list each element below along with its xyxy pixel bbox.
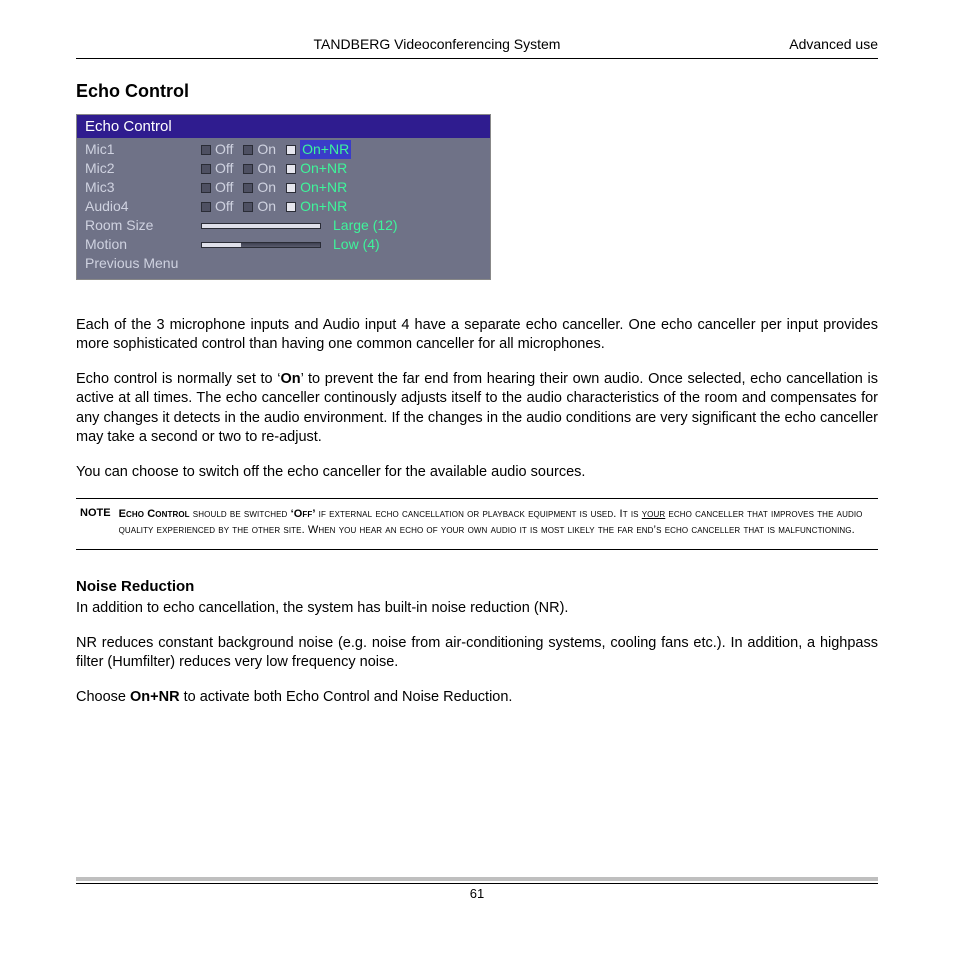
previous-menu-label: Previous Menu — [85, 254, 178, 273]
option-text: On — [257, 178, 276, 197]
header-right: Advanced use — [758, 36, 878, 52]
osd-row-roomsize: Room Size Large (12) — [85, 216, 482, 235]
osd-title: Echo Control — [77, 115, 490, 138]
osd-body: Mic1 Off On On+NR Mic2 Off On On+NR Mic3… — [77, 138, 490, 279]
osd-row-mic1: Mic1 Off On On+NR — [85, 140, 482, 159]
page-footer: 61 — [76, 883, 878, 901]
header-center: TANDBERG Videoconferencing System — [116, 36, 758, 52]
radio-option-off[interactable]: Off — [201, 178, 233, 197]
radio-option-onnr[interactable]: On+NR — [286, 197, 347, 216]
radio-icon — [201, 202, 211, 212]
osd-row-mic3: Mic3 Off On On+NR — [85, 178, 482, 197]
note-echo-control: Echo Control — [119, 508, 190, 520]
slider-value: Large (12) — [333, 216, 398, 235]
osd-label: Mic3 — [85, 178, 201, 197]
text: to activate both Echo Control and Noise … — [180, 689, 513, 705]
osd-row-previous[interactable]: Previous Menu — [85, 254, 482, 273]
header-left — [76, 36, 116, 52]
noise-p1: In addition to echo cancellation, the sy… — [76, 599, 878, 618]
text: Choose — [76, 689, 130, 705]
radio-icon — [286, 202, 296, 212]
bold-onnr: On+NR — [130, 689, 180, 705]
noise-reduction-title: Noise Reduction — [76, 578, 878, 595]
note-off: ‘Off’ — [291, 508, 316, 520]
radio-option-on[interactable]: On — [243, 140, 276, 159]
option-text: Off — [215, 197, 233, 216]
page: TANDBERG Videoconferencing System Advanc… — [0, 0, 954, 929]
slider-roomsize[interactable]: Large (12) — [201, 216, 482, 235]
radio-option-off[interactable]: Off — [201, 140, 233, 159]
paragraph-2: Echo control is normally set to ‘On’ to … — [76, 370, 878, 447]
option-text: Off — [215, 178, 233, 197]
radio-option-on[interactable]: On — [243, 159, 276, 178]
osd-panel: Echo Control Mic1 Off On On+NR Mic2 Off … — [76, 114, 491, 280]
radio-icon — [243, 164, 253, 174]
slider-track — [201, 242, 321, 248]
radio-icon — [243, 202, 253, 212]
radio-icon — [201, 164, 211, 174]
text: if external echo cancellation or playbac… — [316, 508, 642, 520]
page-header: TANDBERG Videoconferencing System Advanc… — [76, 36, 878, 59]
radio-icon — [286, 145, 296, 155]
option-text: On — [257, 140, 276, 159]
slider-track — [201, 223, 321, 229]
option-text: On+NR — [300, 140, 351, 159]
radio-option-off[interactable]: Off — [201, 159, 233, 178]
radio-icon — [286, 164, 296, 174]
osd-label: Room Size — [85, 216, 201, 235]
radio-option-onnr[interactable]: On+NR — [286, 140, 351, 159]
osd-row-mic2: Mic2 Off On On+NR — [85, 159, 482, 178]
noise-p3: Choose On+NR to activate both Echo Contr… — [76, 688, 878, 707]
radio-icon — [243, 183, 253, 193]
text: should be switched — [190, 508, 291, 520]
option-text: Off — [215, 140, 233, 159]
option-text: On+NR — [300, 197, 347, 216]
radio-option-on[interactable]: On — [243, 178, 276, 197]
option-text: On — [257, 159, 276, 178]
slider-motion[interactable]: Low (4) — [201, 235, 482, 254]
radio-icon — [201, 145, 211, 155]
radio-option-onnr[interactable]: On+NR — [286, 159, 347, 178]
paragraph-3: You can choose to switch off the echo ca… — [76, 463, 878, 482]
text: Echo control is normally set to ‘ — [76, 371, 281, 387]
osd-label: Audio4 — [85, 197, 201, 216]
radio-option-on[interactable]: On — [243, 197, 276, 216]
slider-fill — [202, 243, 241, 247]
note-text: Echo Control should be switched ‘Off’ if… — [119, 507, 874, 539]
osd-row-motion: Motion Low (4) — [85, 235, 482, 254]
option-text: Off — [215, 159, 233, 178]
page-number: 61 — [470, 886, 484, 901]
bold-on: On — [281, 371, 301, 387]
option-text: On+NR — [300, 178, 347, 197]
osd-row-audio4: Audio4 Off On On+NR — [85, 197, 482, 216]
radio-icon — [286, 183, 296, 193]
option-text: On+NR — [300, 159, 347, 178]
slider-fill — [202, 224, 320, 228]
option-text: On — [257, 197, 276, 216]
section-title: Echo Control — [76, 81, 878, 102]
paragraph-1: Each of the 3 microphone inputs and Audi… — [76, 316, 878, 354]
radio-icon — [243, 145, 253, 155]
osd-label: Mic1 — [85, 140, 201, 159]
footer-separator — [76, 877, 878, 881]
osd-label: Mic2 — [85, 159, 201, 178]
noise-p2: NR reduces constant background noise (e.… — [76, 634, 878, 672]
radio-option-onnr[interactable]: On+NR — [286, 178, 347, 197]
radio-icon — [201, 183, 211, 193]
slider-value: Low (4) — [333, 235, 380, 254]
note-lead: NOTE — [80, 507, 111, 539]
note-block: NOTE Echo Control should be switched ‘Of… — [76, 498, 878, 550]
osd-label: Motion — [85, 235, 201, 254]
note-your: your — [642, 508, 666, 520]
radio-option-off[interactable]: Off — [201, 197, 233, 216]
